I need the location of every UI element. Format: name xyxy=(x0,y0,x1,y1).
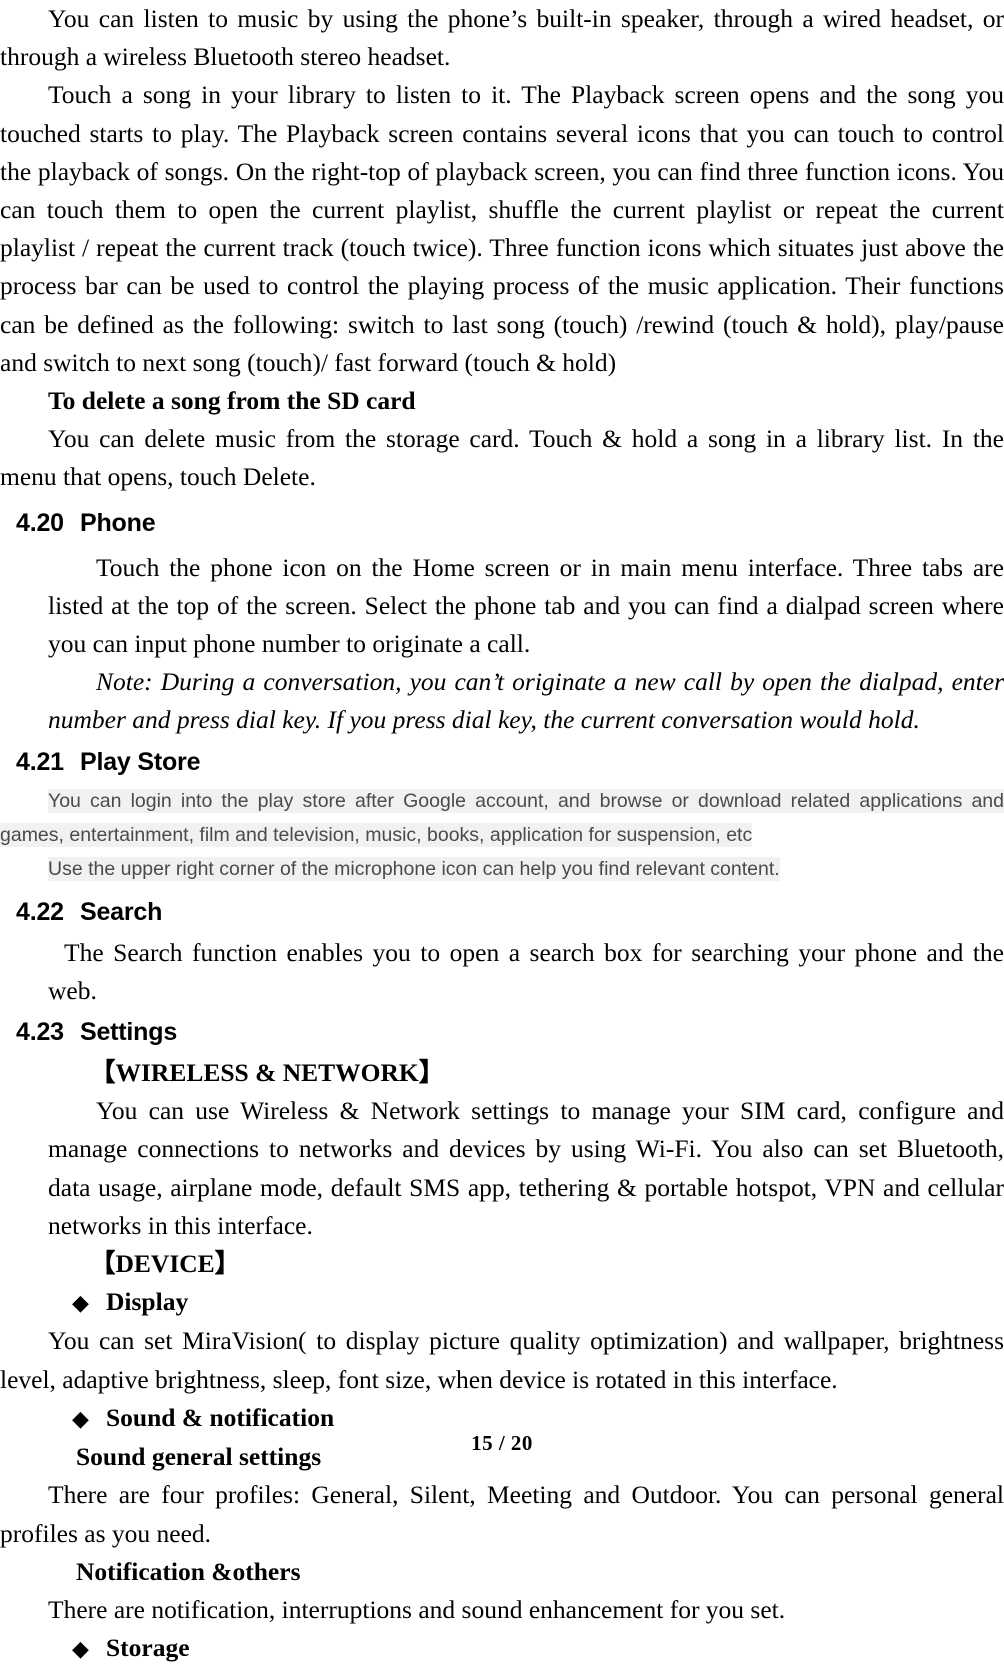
section-title: Play Store xyxy=(80,747,201,776)
paragraph-music-speaker: You can listen to music by using the pho… xyxy=(0,4,1004,72)
heading-notification-others: Notification &others xyxy=(76,1556,301,1586)
paragraph-display: You can set MiraVision( to display pictu… xyxy=(0,1326,1004,1394)
page-number-label: 15 / 20 xyxy=(471,1431,533,1455)
diamond-bullet-icon: ◆ xyxy=(72,1290,89,1316)
paragraph-search: The Search function enables you to open … xyxy=(0,934,1004,1010)
section-heading-phone: 4.20 Phone xyxy=(0,503,1004,543)
bullet-item-storage: ◆ Storage xyxy=(0,1629,1004,1668)
paragraph-search-text: The Search function enables you to open … xyxy=(48,937,1004,1005)
page-footer: 15 / 20 xyxy=(0,1431,1004,1456)
document-page: You can listen to music by using the pho… xyxy=(0,0,1004,1662)
diamond-bullet-icon: ◆ xyxy=(72,1636,89,1662)
paragraph-delete-song: You can delete music from the storage ca… xyxy=(0,424,1004,492)
section-title: Search xyxy=(80,897,163,926)
section-title: Settings xyxy=(80,1018,178,1047)
section-heading-search: 4.22 Search xyxy=(0,892,1004,932)
heading-delete-song: To delete a song from the SD card xyxy=(48,386,416,416)
section-number: 4.23 xyxy=(16,1018,64,1047)
bullet-item-label: Storage xyxy=(106,1633,190,1663)
paragraph-phone: Touch the phone icon on the Home screen … xyxy=(48,552,1004,659)
section-number: 4.21 xyxy=(16,747,64,776)
section-title: Phone xyxy=(80,508,156,537)
paragraph-phone-note: Note: During a conversation, you can’t o… xyxy=(48,667,1004,735)
bullet-item-display: ◆ Display xyxy=(0,1283,1004,1322)
paragraph-notification-others: There are notification, interruptions an… xyxy=(48,1594,786,1624)
paragraph-play-store-2: Use the upper right corner of the microp… xyxy=(0,852,1004,886)
section-heading-settings: 4.23 Settings xyxy=(0,1012,1004,1052)
highlighted-text: You can login into the play store after … xyxy=(0,788,1004,847)
heading-device: 【DEVICE】 xyxy=(90,1249,241,1279)
paragraph-music-playback: Touch a song in your library to listen t… xyxy=(0,80,1004,377)
heading-wireless-network: 【WIRELESS & NETWORK】 xyxy=(90,1058,445,1088)
section-number: 4.20 xyxy=(16,508,64,537)
section-heading-play-store: 4.21 Play Store xyxy=(0,742,1004,782)
section-number: 4.22 xyxy=(16,897,64,926)
paragraph-sound-profiles: There are four profiles: General, Silent… xyxy=(0,1480,1004,1548)
highlighted-text: Use the upper right corner of the microp… xyxy=(48,856,780,881)
bullet-item-label: Display xyxy=(106,1287,189,1317)
paragraph-play-store-1: You can login into the play store after … xyxy=(0,784,1004,852)
paragraph-wireless-network: You can use Wireless & Network settings … xyxy=(48,1096,1004,1240)
